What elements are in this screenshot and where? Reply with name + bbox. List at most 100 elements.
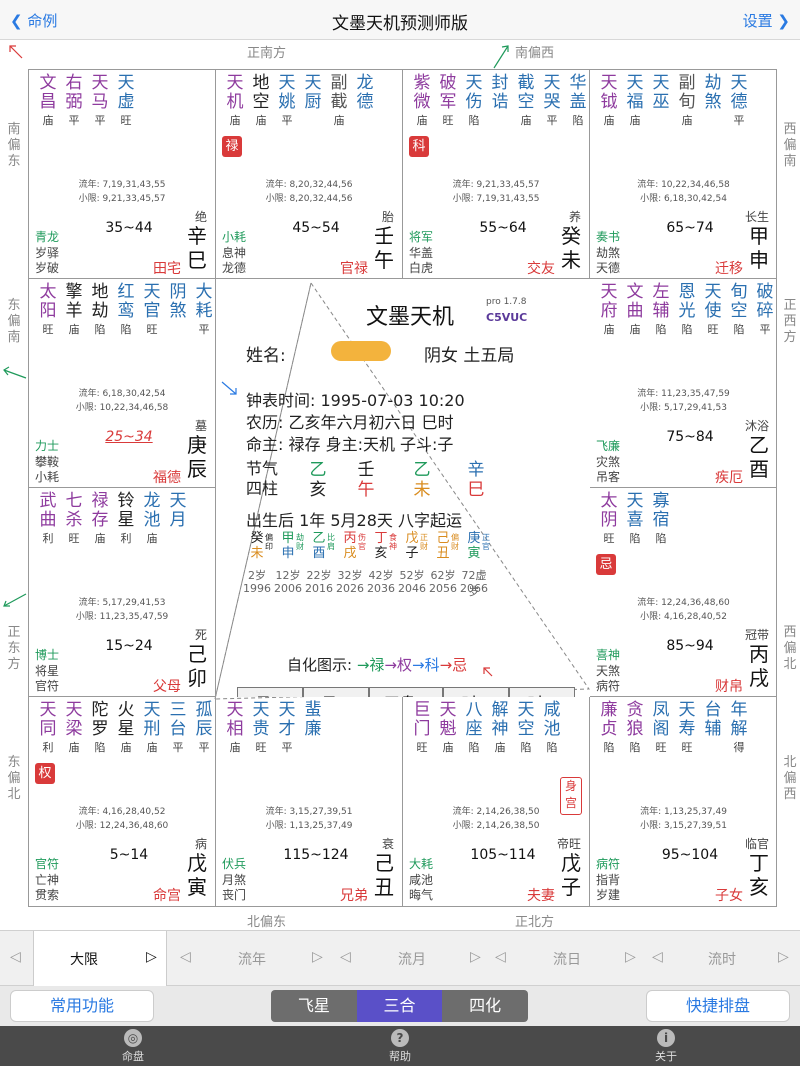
liunian-line: 流年: 7,19,31,43,55 bbox=[78, 180, 166, 190]
palace-cell-hai[interactable]: 廉贞陷贪狼陷凤阁旺天寿旺台辅 年解得流年: 1,13,25,37,49 小限: 3,… bbox=[590, 697, 777, 906]
stem-branch: 乙酉 bbox=[749, 433, 769, 481]
star-brightness: 庙 bbox=[629, 114, 641, 127]
star: 副旬庙 bbox=[674, 74, 700, 128]
star-name: 副截 bbox=[330, 73, 348, 112]
star-brightness: 旺 bbox=[42, 323, 54, 336]
stem-branch: 己丑 bbox=[374, 851, 394, 899]
palace-cell-yin[interactable]: 天同利天梁庙陀罗陷火星庙天刑庙三台平孤辰平权流年: 4,16,28,40,52 小… bbox=[29, 697, 216, 906]
palace-cell-shen[interactable]: 天钺庙天福庙天巫 副旬庙劫煞 天德平流年: 10,22,34,46,58 小限: 6,… bbox=[590, 70, 777, 279]
jiang-god: 病符 bbox=[596, 679, 621, 693]
star: 孤辰平 bbox=[191, 701, 215, 755]
star-name: 台辅 bbox=[704, 700, 722, 739]
prev-arrow-icon[interactable]: ◁ bbox=[10, 949, 21, 965]
liuri-label[interactable]: 流日 bbox=[527, 949, 607, 969]
tab-help-label: 帮助 bbox=[389, 1050, 411, 1063]
star: 天同利 bbox=[35, 700, 61, 755]
palace-name: 疾厄 bbox=[715, 470, 743, 486]
star-name: 龙池 bbox=[143, 491, 161, 530]
day-up-button[interactable]: 日↑ bbox=[237, 687, 303, 697]
star-name: 右弼 bbox=[65, 73, 83, 112]
pillar-age: 12岁 bbox=[275, 569, 301, 582]
star: 天哭平 bbox=[539, 74, 565, 128]
ming-zhu: 命主: 禄存 身主:天机 子斗:子 bbox=[246, 435, 454, 454]
star-brightness: 陷 bbox=[629, 741, 641, 754]
star: 右弼平 bbox=[61, 73, 87, 128]
star: 巨门旺 bbox=[409, 701, 435, 755]
prev-arrow-icon[interactable]: ◁ bbox=[652, 949, 663, 965]
palace-cell-chen[interactable]: 太阳旺擎羊庙地劫陷红鸾陷天官旺阴煞大耗平月德流年: 6,18,30,42,54小… bbox=[29, 279, 216, 488]
star-brightness: 庙 bbox=[94, 532, 106, 545]
next-arrow-icon[interactable]: ▷ bbox=[778, 949, 789, 965]
hour-up-button[interactable]: 时↑ bbox=[443, 687, 509, 697]
star-brightness: 庙 bbox=[229, 114, 241, 127]
star-brightness: 利 bbox=[42, 532, 54, 545]
tab-mingpan[interactable]: ◎ 命盘 bbox=[103, 1029, 163, 1064]
zihua-quan: →权 bbox=[384, 656, 412, 674]
sizhu-branch: 午 bbox=[357, 480, 375, 500]
tianpan-button[interactable]: 天盘▽ bbox=[369, 687, 443, 697]
page-title: 文墨天机预测师版 bbox=[332, 14, 468, 34]
star-brightness: 庙 bbox=[416, 114, 428, 127]
star-name: 七杀 bbox=[65, 491, 83, 530]
next-arrow-icon[interactable]: ▷ bbox=[146, 949, 157, 965]
prev-arrow-icon[interactable]: ◁ bbox=[180, 949, 191, 965]
palace-cell-mao[interactable]: 武曲利七杀旺禄存庙铃星利龙池庙天月 流年: 5,17,29,41,53 小限: 11… bbox=[29, 488, 216, 697]
star-brightness: 平 bbox=[172, 741, 184, 754]
sizhu-branch: 亥 bbox=[309, 480, 327, 500]
palace-cell-si[interactable]: 文昌庙右弼平天马平天虚旺流年: 7,19,31,43,55 小限: 9,21,33… bbox=[29, 70, 216, 279]
boshi-god: 博士 bbox=[35, 648, 60, 662]
star-brightness: 旺 bbox=[442, 114, 454, 127]
stem-branch: 辛巳 bbox=[187, 224, 207, 272]
changsheng-state: 衰 bbox=[381, 837, 394, 851]
palace-cell-wu[interactable]: 天机庙地空庙天姚平天厨 副截庙龙德禄流年: 8,20,32,44,56 小限: 8,… bbox=[216, 70, 403, 279]
common-functions-button[interactable]: 常用功能 bbox=[10, 990, 154, 1022]
palace-cell-zi[interactable]: 巨门旺天魁庙八座陷解神庙天空陷咸池陷身宫 流年: 2,14,26,38,50 小限:… bbox=[403, 697, 590, 906]
seg-sihua[interactable]: 四化 bbox=[442, 990, 528, 1022]
prev-arrow-icon[interactable]: ◁ bbox=[495, 949, 506, 965]
liunian-line: 流年: 11,23,35,47,59 bbox=[637, 389, 730, 399]
quick-chart-button[interactable]: 快捷排盘 bbox=[646, 990, 790, 1022]
pillar-age: 2岁 bbox=[248, 569, 266, 582]
next-arrow-icon[interactable]: ▷ bbox=[312, 949, 323, 965]
star-name: 禄存 bbox=[91, 491, 109, 530]
changsheng-state: 病 bbox=[194, 837, 207, 851]
star-brightness: 旺 bbox=[416, 741, 428, 754]
star: 天姚平 bbox=[274, 74, 300, 128]
liunian-label[interactable]: 流年 bbox=[212, 949, 292, 969]
star-brightness: 陷 bbox=[546, 741, 558, 754]
star-brightness: 陷 bbox=[120, 323, 132, 336]
changsheng-state: 冠带 bbox=[744, 628, 769, 642]
liunian-line: 流年: 1,13,25,37,49 bbox=[640, 807, 727, 817]
hour-down-button[interactable]: 时↓ bbox=[509, 687, 575, 697]
palace-cell-chou[interactable]: 天相庙天贵旺天才平蜚廉 流年: 3,15,27,39,51 小限: 1,13,25,… bbox=[216, 697, 403, 906]
boshi-god: 小耗 bbox=[222, 230, 247, 244]
pillar-shishen: 正财 bbox=[420, 533, 428, 551]
next-arrow-icon[interactable]: ▷ bbox=[625, 949, 636, 965]
palace-cell-wei[interactable]: 紫微庙破军旺天伤陷封诰 截空庙天哭平华盖陷科流年: 9,21,33,45,57 小限… bbox=[403, 70, 590, 279]
palace-cell-you[interactable]: 天府庙文曲庙左辅陷恩光陷天使旺旬空陷破碎平流年: 11,23,35,47,59 小… bbox=[590, 279, 777, 488]
star-brightness: 平 bbox=[759, 323, 771, 336]
prev-arrow-icon[interactable]: ◁ bbox=[340, 949, 351, 965]
star-brightness: 平 bbox=[94, 114, 106, 127]
tab-about[interactable]: i 关于 bbox=[636, 1029, 696, 1064]
star-brightness: 陷 bbox=[655, 323, 667, 336]
seg-sanhe[interactable]: 三合 bbox=[356, 990, 443, 1022]
liushi-label[interactable]: 流时 bbox=[682, 949, 762, 969]
tab-help[interactable]: ? 帮助 bbox=[370, 1029, 430, 1064]
star-list: 天机庙地空庙天姚平天厨 副截庙龙德 bbox=[222, 73, 378, 128]
star-name: 天同 bbox=[39, 700, 57, 739]
star-brightness: 庙 bbox=[68, 741, 80, 754]
star: 寡宿陷 bbox=[648, 492, 674, 546]
star: 文昌庙 bbox=[35, 74, 61, 128]
day-down-button[interactable]: 日↓ bbox=[303, 687, 369, 697]
palace-cell-xu[interactable]: 太阴旺天喜陷寡宿陷忌流年: 12,24,36,48,60 小限: 4,16,28,… bbox=[590, 488, 777, 697]
star-brightness: 庙 bbox=[442, 741, 454, 754]
star-name: 太阴 bbox=[600, 491, 618, 530]
next-arrow-icon[interactable]: ▷ bbox=[470, 949, 481, 965]
liuyue-label[interactable]: 流月 bbox=[372, 949, 452, 969]
star-brightness: 平 bbox=[198, 323, 210, 336]
star: 凤阁旺 bbox=[648, 701, 674, 755]
seg-feixing[interactable]: 飞星 bbox=[271, 990, 357, 1022]
changsheng-state: 死 bbox=[194, 628, 207, 642]
settings-button[interactable]: 设置 ❯ bbox=[743, 10, 790, 31]
